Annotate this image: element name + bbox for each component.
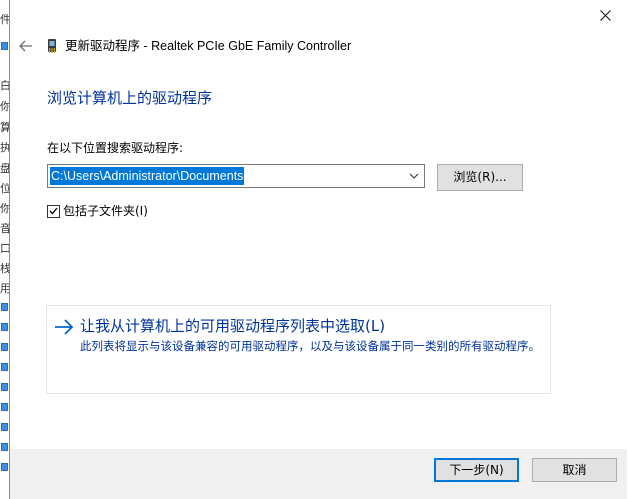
path-dropdown-button[interactable] [406,167,422,185]
background-icon [1,343,8,351]
cancel-button[interactable]: 取消 [532,458,617,482]
background-glyph: 口 [0,243,9,255]
update-driver-dialog: 更新驱动程序 - Realtek PCIe GbE Family Control… [9,0,628,499]
pick-from-list-description: 此列表将显示与该设备兼容的可用驱动程序，以及与该设备属于同一类别的所有驱动程序。 [80,339,540,353]
checkmark-icon [49,207,58,215]
next-button[interactable]: 下一步(N) [434,458,519,482]
background-icon [1,363,8,371]
back-arrow-icon [19,40,32,52]
background-icon [1,423,8,431]
background-glyph: 你 [0,101,9,113]
background-icon [1,42,8,50]
background-glyph: 用 [0,283,9,295]
back-button[interactable] [15,36,37,56]
close-icon [599,9,611,21]
background-glyph: 白 [0,80,9,92]
search-location-label: 在以下位置搜索驱动程序: [47,141,184,155]
background-glyph: 算 [0,122,9,134]
background-glyph: 执 [0,142,9,154]
dialog-title: 更新驱动程序 - Realtek PCIe GbE Family Control… [65,39,352,53]
include-subfolders-checkbox[interactable]: 包括子文件夹(I) [47,203,148,219]
browse-button[interactable]: 浏览(R)... [437,164,523,191]
include-subfolders-label: 包括子文件夹(I) [63,204,148,218]
background-glyph: 盘 [0,163,9,175]
arrow-right-icon [55,319,74,335]
background-glyph: 位 [0,183,9,195]
pick-from-list-option[interactable]: 让我从计算机上的可用驱动程序列表中选取(L) 此列表将显示与该设备兼容的可用驱动… [46,305,551,394]
checkbox-box[interactable] [47,204,60,218]
background-icon [1,323,8,331]
pick-from-list-title[interactable]: 让我从计算机上的可用驱动程序列表中选取(L) [80,316,385,336]
network-adapter-icon [48,39,56,53]
driver-path-value[interactable]: C:\Users\Administrator\Documents [50,167,245,185]
screen: 件 白 你 算 执 盘 位 你 音 口 栈 用 [0,0,628,499]
background-glyph: 件 [0,14,9,26]
background-icon [1,303,8,311]
page-heading: 浏览计算机上的驱动程序 [47,89,213,107]
background-glyph: 音 [0,223,9,235]
background-icon [1,403,8,411]
background-icon [1,463,8,471]
close-button[interactable] [582,0,628,30]
chevron-down-icon [409,173,419,179]
background-glyph: 你 [0,203,9,215]
background-glyph: 栈 [0,263,9,275]
background-icon [1,443,8,451]
background-icon [1,383,8,391]
driver-path-combobox[interactable]: C:\Users\Administrator\Documents [47,164,425,188]
